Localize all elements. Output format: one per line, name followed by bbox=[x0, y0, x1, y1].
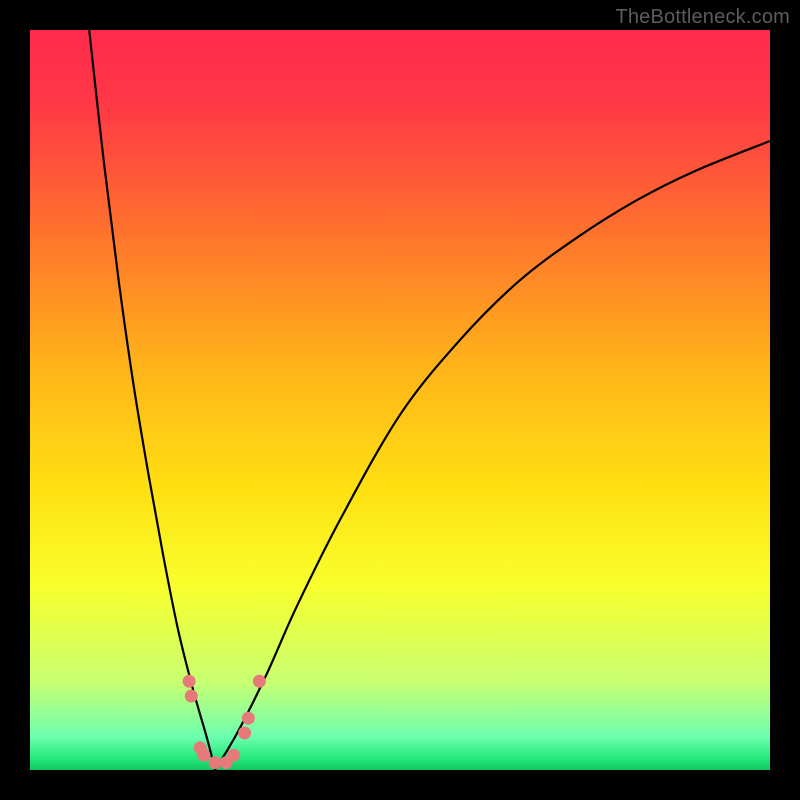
sample-dot bbox=[242, 712, 255, 725]
bottleneck-curve-left bbox=[89, 30, 215, 770]
outer-frame: TheBottleneck.com bbox=[0, 0, 800, 800]
plot-area bbox=[30, 30, 770, 770]
sample-dot bbox=[209, 756, 222, 769]
sample-dot bbox=[185, 690, 198, 703]
sample-dot bbox=[227, 749, 240, 762]
sample-dot bbox=[197, 749, 210, 762]
sample-dot bbox=[238, 727, 251, 740]
bottleneck-curve-right bbox=[215, 141, 770, 770]
watermark-text: TheBottleneck.com bbox=[615, 6, 790, 29]
sample-dot bbox=[183, 675, 196, 688]
sample-dot bbox=[253, 675, 266, 688]
chart-overlay bbox=[30, 30, 770, 770]
